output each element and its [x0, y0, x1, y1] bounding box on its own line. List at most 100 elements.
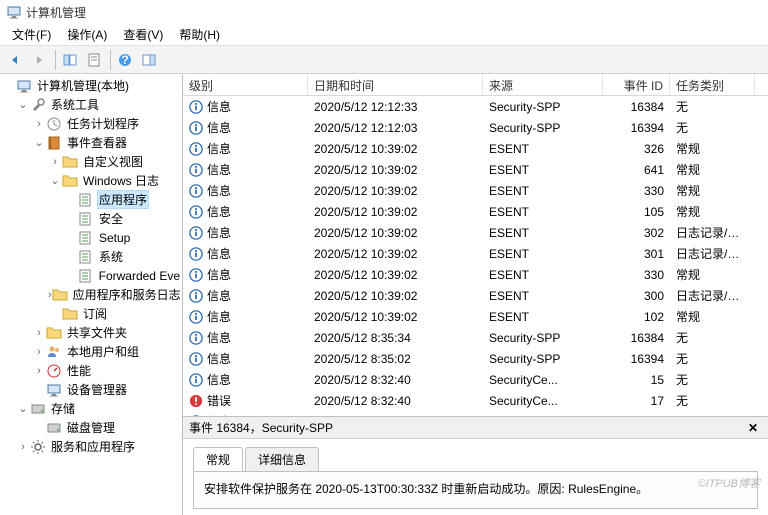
tree-app-services-logs[interactable]: ›应用程序和服务日志	[0, 285, 182, 304]
event-date: 2020/5/12 10:39:02	[308, 184, 483, 198]
event-row[interactable]: 信息2020/5/12 8:35:34Security-SPP16384无	[183, 327, 768, 348]
event-date: 2020/5/12 12:12:03	[308, 121, 483, 135]
event-category: 常规	[670, 161, 755, 178]
event-row[interactable]: 信息2020/5/12 10:39:02ESENT105常规	[183, 201, 768, 222]
event-grid[interactable]: 信息2020/5/12 12:12:33Security-SPP16384无信息…	[183, 96, 768, 416]
event-row[interactable]: 信息2020/5/12 10:39:02ESENT326常规	[183, 138, 768, 159]
event-level: 信息	[207, 287, 231, 304]
nav-tree: 计算机管理(本地) ⌄系统工具 ›任务计划程序 ⌄事件查看器 ›自定义视图 ⌄W…	[0, 74, 183, 515]
menu-action[interactable]: 操作(A)	[59, 24, 115, 45]
event-level: 信息	[207, 161, 231, 178]
event-id: 16394	[603, 121, 670, 135]
event-category: 日志记录/恢复	[670, 245, 755, 262]
back-button[interactable]	[4, 49, 26, 71]
action-pane-button[interactable]	[138, 49, 160, 71]
event-id: 330	[603, 268, 670, 282]
event-date: 2020/5/12 10:39:02	[308, 142, 483, 156]
event-row[interactable]: 信息2020/5/12 8:35:02Security-SPP16394无	[183, 348, 768, 369]
tree-log-forwarded[interactable]: Forwarded Eve	[0, 266, 182, 285]
tree-system-tools[interactable]: ⌄系统工具	[0, 95, 182, 114]
event-date: 2020/5/12 10:39:02	[308, 268, 483, 282]
menu-file[interactable]: 文件(F)	[4, 24, 59, 45]
tree-event-viewer[interactable]: ⌄事件查看器	[0, 133, 182, 152]
tree-log-setup[interactable]: Setup	[0, 228, 182, 247]
tree-log-system[interactable]: 系统	[0, 247, 182, 266]
tree-custom-views[interactable]: ›自定义视图	[0, 152, 182, 171]
col-header-source[interactable]: 来源	[483, 74, 603, 95]
event-row[interactable]: 信息2020/5/12 10:39:02ESENT302日志记录/恢复	[183, 222, 768, 243]
event-date: 2020/5/12 10:39:02	[308, 226, 483, 240]
tab-details[interactable]: 详细信息	[245, 447, 319, 471]
info-icon	[189, 163, 203, 177]
menu-view[interactable]: 查看(V)	[115, 24, 171, 45]
event-date: 2020/5/12 8:35:02	[308, 352, 483, 366]
detail-pane: 事件 16384，Security-SPP ✕ 常规 详细信息 安排软件保护服务…	[183, 416, 768, 515]
event-id: 17	[603, 394, 670, 408]
show-hide-tree-button[interactable]	[59, 49, 81, 71]
info-icon	[189, 100, 203, 114]
tree-log-security[interactable]: 安全	[0, 209, 182, 228]
event-row[interactable]: 信息2020/5/12 10:39:02ESENT301日志记录/恢复	[183, 243, 768, 264]
event-source: ESENT	[483, 226, 603, 240]
info-icon	[189, 352, 203, 366]
event-id: 15	[603, 373, 670, 387]
col-header-id[interactable]: 事件 ID	[603, 74, 670, 95]
event-row[interactable]: 信息2020/5/12 12:12:33Security-SPP16384无	[183, 96, 768, 117]
tree-windows-logs[interactable]: ⌄Windows 日志	[0, 171, 182, 190]
event-source: ESENT	[483, 310, 603, 324]
event-source: ESENT	[483, 289, 603, 303]
event-category: 常规	[670, 308, 755, 325]
tree-subscriptions[interactable]: 订阅	[0, 304, 182, 323]
event-row[interactable]: 信息2020/5/12 10:39:02ESENT641常规	[183, 159, 768, 180]
event-row[interactable]: 信息2020/5/12 10:39:02ESENT102常规	[183, 306, 768, 327]
info-icon	[189, 226, 203, 240]
properties-button[interactable]	[83, 49, 105, 71]
event-level: 信息	[207, 371, 231, 388]
tree-task-scheduler[interactable]: ›任务计划程序	[0, 114, 182, 133]
tree-root[interactable]: 计算机管理(本地)	[0, 76, 182, 95]
event-category: 日志记录/恢复	[670, 287, 755, 304]
grid-header: 级别 日期和时间 来源 事件 ID 任务类别	[183, 74, 768, 96]
tree-local-users[interactable]: ›本地用户和组	[0, 342, 182, 361]
tree-performance[interactable]: ›性能	[0, 361, 182, 380]
col-header-date[interactable]: 日期和时间	[308, 74, 483, 95]
event-date: 2020/5/12 8:32:40	[308, 373, 483, 387]
detail-close-button[interactable]: ✕	[748, 421, 762, 435]
event-date: 2020/5/12 10:39:02	[308, 163, 483, 177]
event-row[interactable]: 信息2020/5/12 12:12:03Security-SPP16394无	[183, 117, 768, 138]
col-header-category[interactable]: 任务类别	[670, 74, 755, 95]
event-id: 302	[603, 226, 670, 240]
event-category: 无	[670, 350, 755, 367]
help-button[interactable]: ?	[114, 49, 136, 71]
detail-body: 安排软件保护服务在 2020-05-13T00:30:33Z 时重新启动成功。原…	[193, 471, 758, 509]
event-id: 16394	[603, 352, 670, 366]
info-icon	[189, 310, 203, 324]
event-category: 常规	[670, 266, 755, 283]
tree-disk-mgmt[interactable]: 磁盘管理	[0, 418, 182, 437]
event-date: 2020/5/12 8:35:34	[308, 331, 483, 345]
event-row[interactable]: 错误2020/5/12 8:32:40SecurityCe...17无	[183, 390, 768, 411]
event-date: 2020/5/12 12:12:33	[308, 100, 483, 114]
event-row[interactable]: 信息2020/5/12 10:39:02ESENT330常规	[183, 180, 768, 201]
event-id: 16384	[603, 100, 670, 114]
event-id: 102	[603, 310, 670, 324]
info-icon	[189, 268, 203, 282]
col-header-level[interactable]: 级别	[183, 74, 308, 95]
forward-button[interactable]	[28, 49, 50, 71]
tab-general[interactable]: 常规	[193, 447, 243, 471]
tree-services-apps[interactable]: ›服务和应用程序	[0, 437, 182, 456]
event-source: Security-SPP	[483, 100, 603, 114]
event-row[interactable]: 信息2020/5/12 10:39:02ESENT330常规	[183, 264, 768, 285]
event-category: 常规	[670, 203, 755, 220]
menu-help[interactable]: 帮助(H)	[171, 24, 228, 45]
event-row[interactable]: 信息2020/5/12 10:39:02ESENT300日志记录/恢复	[183, 285, 768, 306]
tree-storage[interactable]: ⌄存储	[0, 399, 182, 418]
tree-shared-folders[interactable]: ›共享文件夹	[0, 323, 182, 342]
event-level: 信息	[207, 182, 231, 199]
event-level: 错误	[207, 392, 231, 409]
info-icon	[189, 121, 203, 135]
tree-log-application[interactable]: 应用程序	[0, 190, 182, 209]
event-row[interactable]: 信息2020/5/12 8:32:40SecurityCe...15无	[183, 369, 768, 390]
event-id: 16384	[603, 331, 670, 345]
tree-device-manager[interactable]: 设备管理器	[0, 380, 182, 399]
